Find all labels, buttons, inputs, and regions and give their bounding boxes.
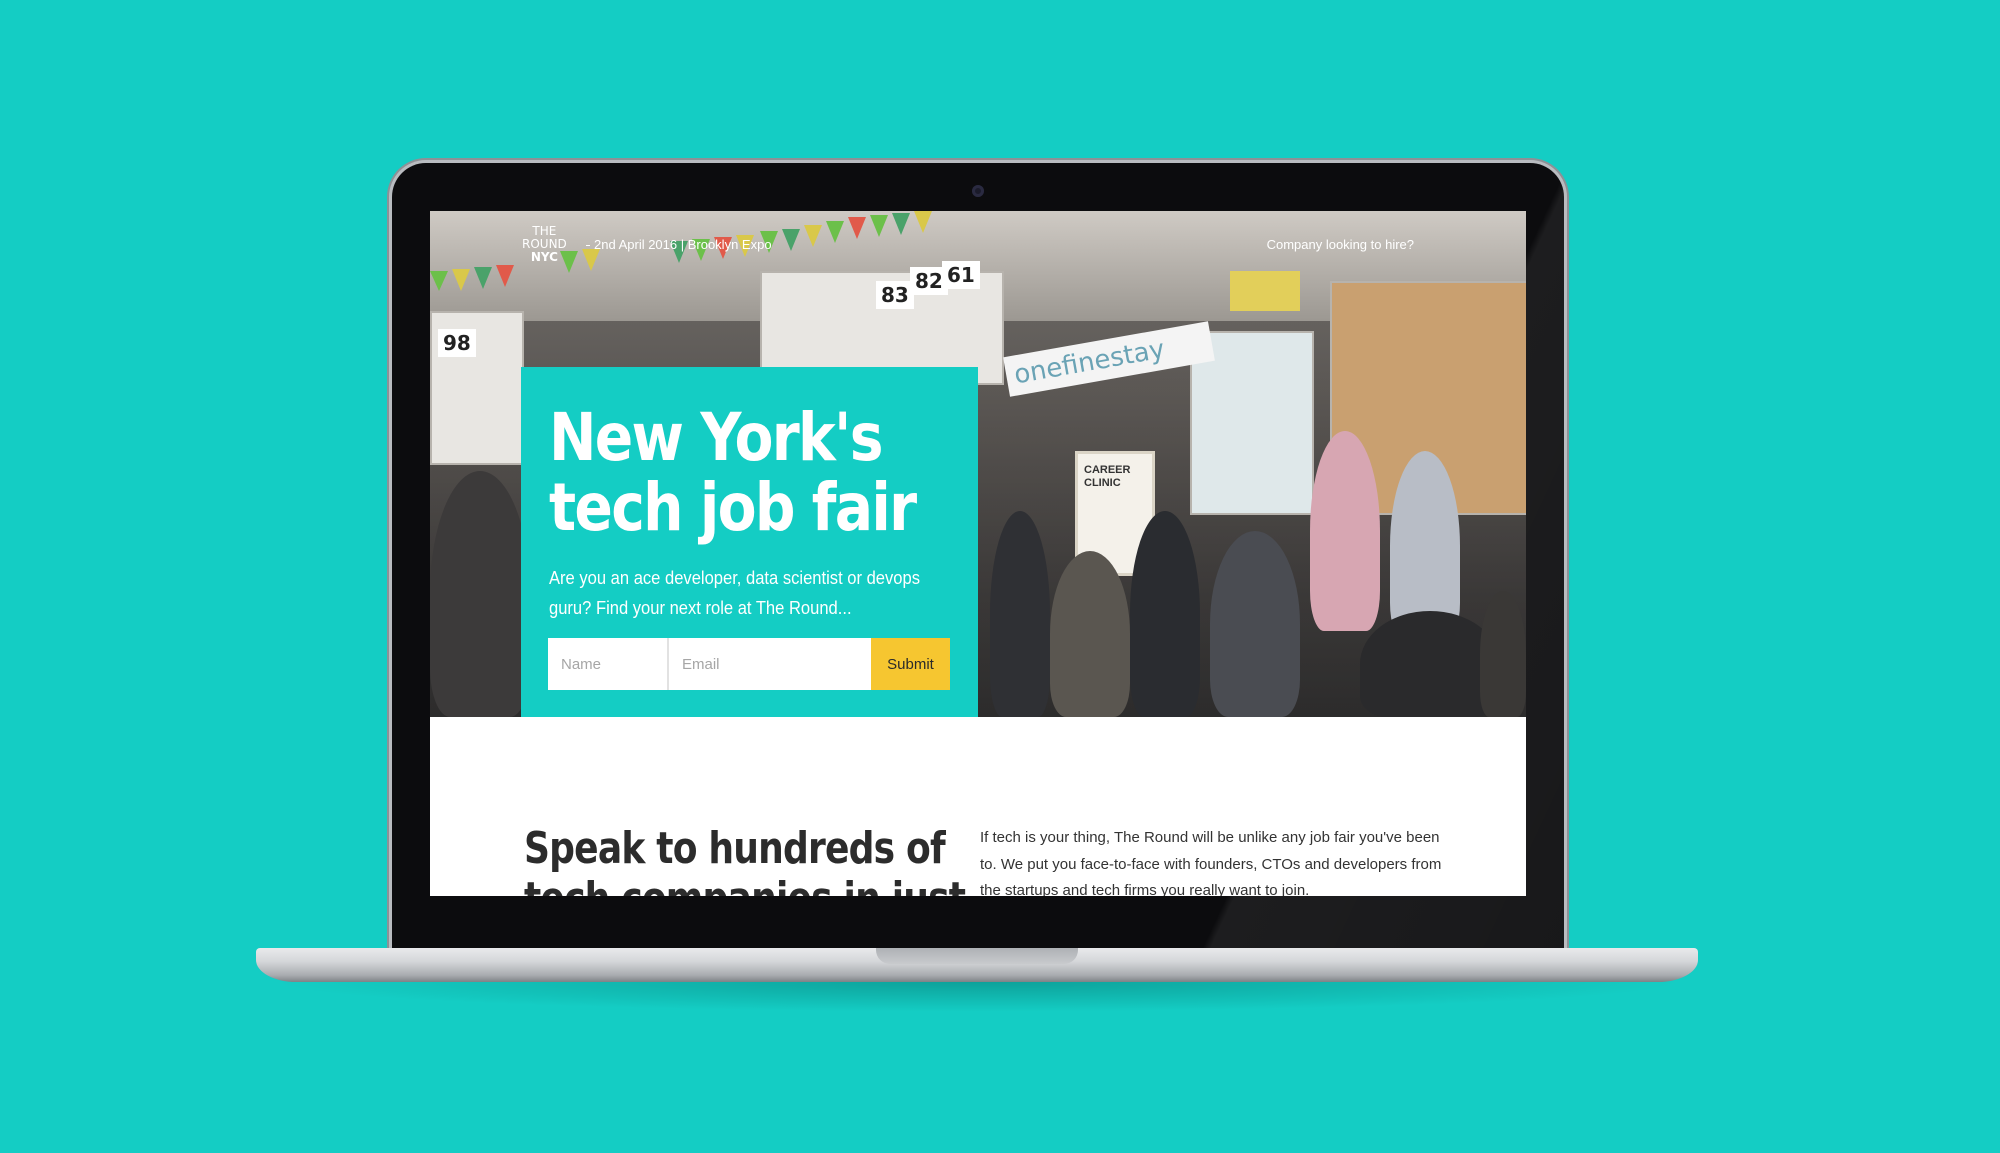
- crowd-figure: [1360, 611, 1500, 717]
- webcam-icon: [972, 185, 984, 197]
- section-heading: Speak to hundreds of tech companies in j…: [524, 823, 966, 897]
- laptop-shadow: [270, 982, 1684, 1012]
- browser-viewport: 98 83 82 61 onefinestay CAREER CLINIC TH…: [430, 211, 1526, 896]
- hero-section: 98 83 82 61 onefinestay CAREER CLINIC TH…: [430, 211, 1526, 717]
- crowd-figure: [1130, 511, 1200, 717]
- booth-number: 61: [942, 261, 980, 289]
- laptop-base: [256, 948, 1698, 982]
- booth-sign: [1230, 271, 1300, 311]
- crowd-figure: [1480, 591, 1526, 717]
- crowd-figure: [1210, 531, 1300, 717]
- signup-form: Submit: [548, 638, 950, 690]
- hero-card: New York's tech job fair Are you an ace …: [521, 367, 978, 717]
- the-round-logo[interactable]: THE ROUND NYC: [522, 225, 567, 264]
- event-date-location: 2nd April 2016 | Brooklyn Expo: [586, 237, 772, 252]
- submit-button[interactable]: Submit: [871, 638, 950, 690]
- booth-banner: onefinestay: [1003, 321, 1215, 397]
- crowd-figure: [1310, 431, 1380, 631]
- hero-subtitle: Are you an ace developer, data scientist…: [549, 568, 921, 618]
- crowd-figure: [990, 511, 1050, 717]
- name-input[interactable]: [548, 638, 669, 690]
- email-input[interactable]: [669, 638, 871, 690]
- logo-line: NYC: [530, 250, 558, 264]
- laptop-notch: [876, 948, 1078, 964]
- company-hire-link[interactable]: Company looking to hire?: [1267, 237, 1414, 252]
- crowd-figure: [1050, 551, 1130, 717]
- hero-title: New York's tech job fair: [549, 399, 917, 546]
- section-body: If tech is your thing, The Round will be…: [980, 829, 1442, 896]
- crowd-figure: [430, 471, 530, 717]
- booth-number: 83: [876, 281, 914, 309]
- booth-number: 98: [438, 329, 476, 357]
